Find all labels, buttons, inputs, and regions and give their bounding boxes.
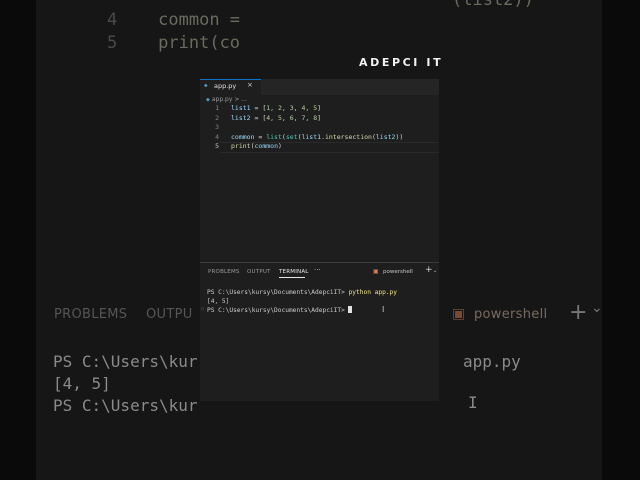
code-token: common <box>231 132 255 141</box>
tab-terminal[interactable]: TERMINAL <box>279 269 309 275</box>
code-token: ] <box>317 113 322 122</box>
more-icon[interactable]: ··· <box>314 266 321 274</box>
bg-tab-output: OUTPU <box>146 307 193 322</box>
code-line[interactable]: 1 list1 = [1, 2, 3, 4, 5] <box>200 104 439 114</box>
line-number: 1 <box>215 104 219 112</box>
code-token: common <box>254 142 278 151</box>
status-dot-icon: ○ <box>201 306 205 312</box>
python-file-icon: ◆ <box>204 82 208 89</box>
code-token: list2 <box>375 132 396 141</box>
watermark-logo: ADEPCI IT <box>359 56 444 69</box>
terminal-prompt: PS C:\Users\kursy\Documents\AdepciIT> <box>207 307 345 315</box>
code-token: , <box>281 104 290 112</box>
close-icon[interactable]: × <box>247 81 253 89</box>
bg-chevron-icon: ⌄ <box>591 300 603 316</box>
code-line[interactable]: 2 list2 = [4, 5, 6, 7, 8] <box>200 114 439 124</box>
terminal-command: python app.py <box>348 289 398 296</box>
ibeam-cursor-icon: I <box>382 305 385 314</box>
bg-terminal-line-2: [4, 5] <box>53 374 111 393</box>
code-token: list <box>266 132 282 141</box>
code-editor[interactable]: 1 list1 = [1, 2, 3, 4, 5] 2 list2 = [4, 5, … <box>200 104 439 154</box>
code-token: intersection <box>324 132 372 141</box>
powershell-label[interactable]: powershell <box>383 269 413 275</box>
code-token: , <box>270 113 278 122</box>
tab-problems[interactable]: PROBLEMS <box>208 269 240 275</box>
terminal-line: [4, 5] <box>207 297 230 305</box>
bg-code-line-5: 5 print(co <box>106 33 241 53</box>
code-text: list2 = [4, 5, 6, 7, 8] <box>231 114 321 124</box>
breadcrumb-rest[interactable]: > ... <box>234 96 247 103</box>
editor-window: ◆ app.py × ◆ app.py > ... 1 list1 = [1, 2,… <box>200 79 439 401</box>
code-token: list1 <box>301 132 322 141</box>
code-text: common = list(set(list1.intersection(lis… <box>231 133 403 143</box>
code-token: , <box>281 113 290 122</box>
code-token: set <box>285 132 298 141</box>
bg-terminal-line-1: PS C:\Users\kur <box>53 352 198 371</box>
line-number: 2 <box>215 113 219 122</box>
bg-terminal-tail: app.py <box>463 352 521 371</box>
line-number: 5 <box>215 142 219 151</box>
line-number: 4 <box>215 132 219 141</box>
terminal-line: PS C:\Users\kursy\Documents\AdepciIT> <box>207 306 397 315</box>
code-line[interactable]: 3 <box>200 123 439 133</box>
code-text: list1 = [1, 2, 3, 4, 5] <box>231 104 321 114</box>
code-token: = [ <box>250 113 267 122</box>
bg-terminal-line-3: PS C:\Users\kur <box>53 396 198 415</box>
tab-label: app.py <box>214 82 237 90</box>
code-token: = <box>254 132 267 141</box>
bg-ibeam-icon: I <box>468 393 478 412</box>
code-token: list1 <box>231 104 251 112</box>
line-number: 3 <box>215 123 219 132</box>
tab-app-py[interactable]: ◆ app.py × <box>200 79 261 95</box>
tab-output[interactable]: OUTPUT <box>247 269 271 275</box>
new-terminal-plus-icon[interactable]: + <box>425 265 433 275</box>
code-token: print <box>231 142 251 151</box>
code-line[interactable]: 5 print(common) <box>200 142 439 154</box>
code-token: list2 <box>231 113 251 122</box>
active-tab-indicator <box>279 277 305 278</box>
bg-tab-problems: PROBLEMS <box>54 307 128 322</box>
python-file-icon: ◆ <box>206 97 210 103</box>
breadcrumb-file[interactable]: app.py <box>212 96 233 103</box>
terminal-cursor <box>347 306 352 314</box>
bg-powershell-label: powershell <box>474 307 548 322</box>
code-token: ) <box>277 142 282 151</box>
bg-powershell-icon: ▣ <box>452 306 466 322</box>
code-token: , <box>270 104 278 112</box>
powershell-icon[interactable]: ▣ <box>373 268 379 275</box>
bg-plus-icon: + <box>569 300 588 325</box>
terminal-line: PS C:\Users\kursy\Documents\AdepciIT> py… <box>207 289 397 298</box>
code-line[interactable]: 4 common = list(set(list1.intersection(li… <box>200 133 439 143</box>
bg-code-tail: (list2)) <box>452 0 534 10</box>
terminal-output[interactable]: PS C:\Users\kursy\Documents\AdepciIT> py… <box>207 289 397 315</box>
code-token: ] <box>317 104 322 112</box>
code-token: )) <box>395 132 404 141</box>
code-text: print(common) <box>231 142 282 152</box>
code-token: = [ <box>250 104 267 112</box>
terminal-panel: PROBLEMS OUTPUT TERMINAL ··· ▣ powershel… <box>200 262 439 401</box>
tab-bar: ◆ app.py × <box>200 79 439 95</box>
chevron-down-icon[interactable]: ⌄ <box>433 268 437 274</box>
terminal-prompt: PS C:\Users\kursy\Documents\AdepciIT> <box>207 289 345 296</box>
